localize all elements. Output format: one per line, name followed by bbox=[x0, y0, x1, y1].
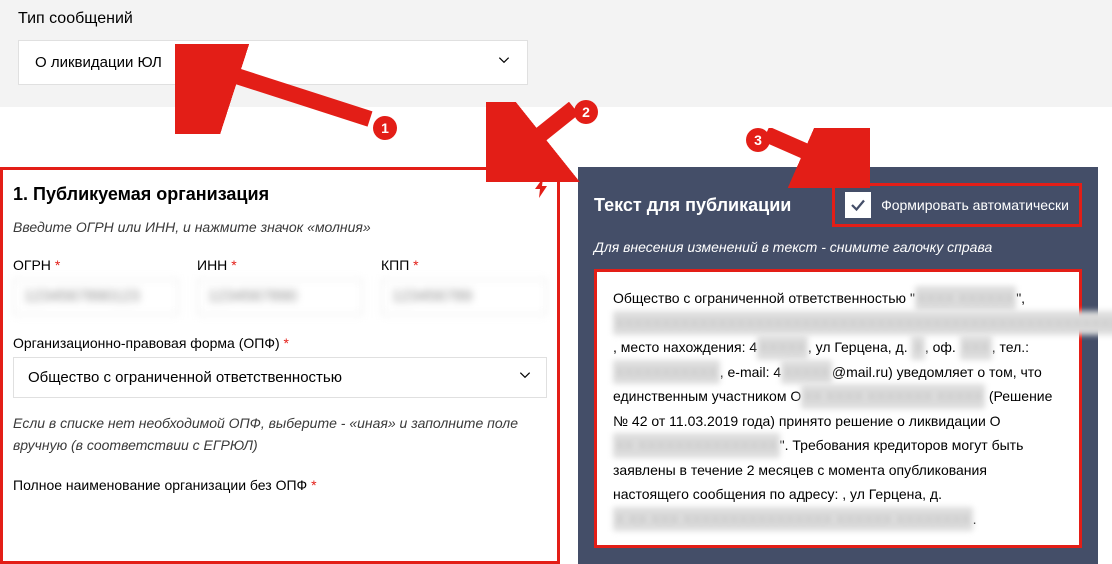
opf-value: Общество с ограниченной ответственностью bbox=[28, 369, 342, 386]
annotation-badge-3: 3 bbox=[746, 128, 770, 152]
annotation-badge-1: 1 bbox=[373, 116, 397, 140]
publication-text-panel: Текст для публикации Формировать автомат… bbox=[578, 167, 1098, 564]
inn-label: ИНН * bbox=[197, 257, 363, 273]
dropdown-value: О ликвидации ЮЛ bbox=[35, 54, 162, 71]
auto-generate-label: Формировать автоматически bbox=[881, 197, 1069, 213]
opf-label: Организационно-правовая форма (ОПФ) * bbox=[13, 335, 547, 351]
publication-title: Текст для публикации bbox=[594, 195, 791, 216]
auto-generate-checkbox[interactable] bbox=[845, 192, 871, 218]
ogrn-input[interactable]: 1234567890123 bbox=[13, 279, 179, 315]
panel-heading: 1. Публикуемая организация bbox=[13, 184, 547, 205]
annotation-badge-2: 2 bbox=[574, 100, 598, 124]
ogrn-label: ОГРН * bbox=[13, 257, 179, 273]
chevron-down-icon bbox=[518, 368, 532, 387]
arrow-3 bbox=[760, 128, 870, 188]
kpp-input[interactable]: 123456789 bbox=[381, 279, 547, 315]
inn-input[interactable]: 1234567890 bbox=[197, 279, 363, 315]
kpp-label: КПП * bbox=[381, 257, 547, 273]
opf-note: Если в списке нет необходимой ОПФ, выбер… bbox=[13, 412, 547, 457]
arrow-1 bbox=[175, 44, 375, 134]
publication-text[interactable]: Общество с ограниченной ответственностью… bbox=[594, 269, 1082, 548]
top-section: Тип сообщений О ликвидации ЮЛ bbox=[0, 0, 1112, 107]
opf-dropdown[interactable]: Общество с ограниченной ответственностью bbox=[13, 357, 547, 398]
message-type-label: Тип сообщений bbox=[18, 10, 1094, 28]
auto-generate-wrap: Формировать автоматически bbox=[832, 183, 1082, 227]
full-name-label: Полное наименование организации без ОПФ … bbox=[13, 477, 547, 493]
publishing-org-panel: 1. Публикуемая организация Введите ОГРН … bbox=[0, 167, 560, 564]
arrow-2 bbox=[486, 102, 586, 182]
chevron-down-icon bbox=[497, 53, 511, 72]
panel-hint: Введите ОГРН или ИНН, и нажмите значок «… bbox=[13, 219, 547, 235]
publication-hint: Для внесения изменений в текст - снимите… bbox=[594, 239, 1082, 255]
